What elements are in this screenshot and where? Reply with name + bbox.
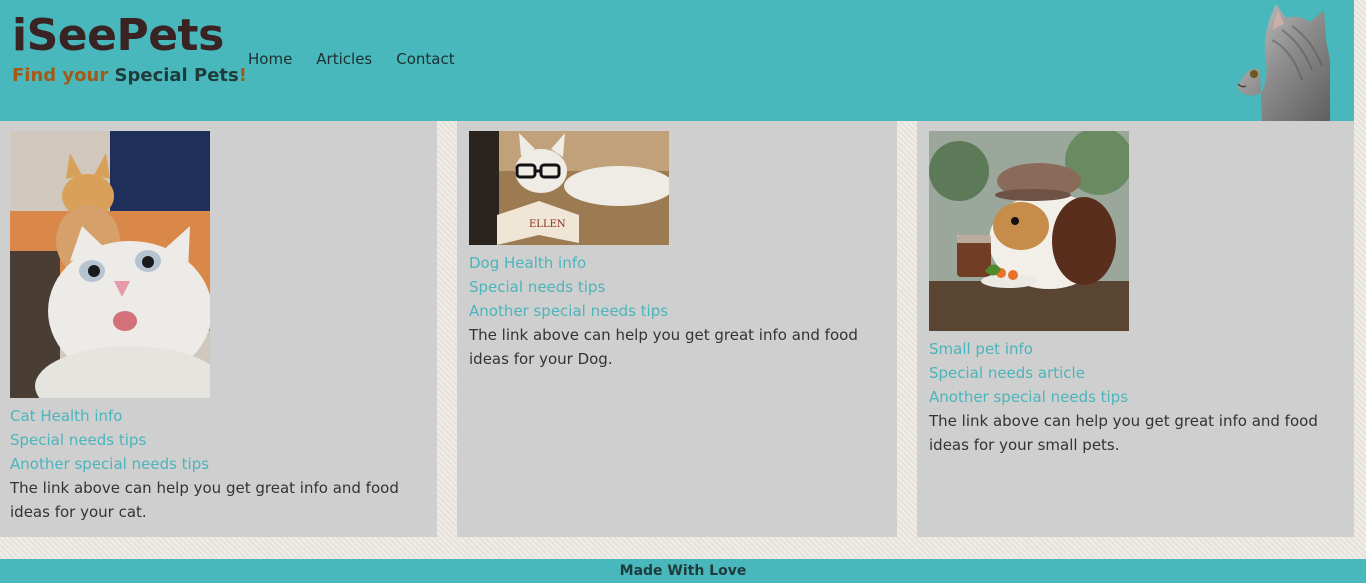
- card-description: The link above can help you get great in…: [469, 326, 858, 368]
- svg-text:ELLEN: ELLEN: [529, 219, 566, 230]
- site-tagline: Find your Special Pets!: [12, 64, 247, 88]
- link-small-pet[interactable]: Small pet info: [929, 337, 1344, 361]
- pet-card-dog: ELLEN Dog Health info Special needs tips…: [457, 121, 897, 537]
- card-description: The link above can help you get great in…: [929, 412, 1318, 454]
- tagline-part-3: !: [238, 65, 247, 86]
- nav-articles[interactable]: Articles: [316, 50, 372, 68]
- pet-card-cat: Cat Health info Special needs tips Anoth…: [0, 121, 437, 537]
- link-special-needs[interactable]: Special needs tips: [469, 275, 887, 299]
- card-description: The link above can help you get great in…: [10, 479, 399, 521]
- link-cat-health[interactable]: Cat Health info: [10, 404, 427, 428]
- link-special-needs-article[interactable]: Special needs article: [929, 361, 1344, 385]
- link-special-needs[interactable]: Special needs tips: [10, 428, 427, 452]
- site-footer: Made With Love: [0, 559, 1366, 583]
- link-another-special[interactable]: Another special needs tips: [469, 299, 887, 323]
- brand: iSeePets Find your Special Pets!: [12, 10, 247, 88]
- link-dog-health[interactable]: Dog Health info: [469, 251, 887, 275]
- tagline-part-1: Find your: [12, 65, 109, 86]
- link-another-special[interactable]: Another special needs tips: [10, 452, 427, 476]
- site-title[interactable]: iSeePets: [12, 10, 247, 62]
- tagline-part-2: Special Pets: [114, 65, 239, 86]
- footer-text: Made With Love: [619, 563, 747, 579]
- link-list: Dog Health info Special needs tips Anoth…: [469, 251, 887, 323]
- nav-contact[interactable]: Contact: [396, 50, 454, 68]
- link-list: Cat Health info Special needs tips Anoth…: [10, 404, 427, 476]
- main-nav: Home Articles Contact: [248, 50, 455, 68]
- pet-card-small: Small pet info Special needs article Ano…: [917, 121, 1354, 537]
- cat-selfie-icon: [10, 131, 427, 398]
- link-another-special[interactable]: Another special needs tips: [929, 385, 1344, 409]
- cat-profile-icon: [1232, 0, 1330, 121]
- guinea-pig-hat-icon: [929, 131, 1344, 331]
- site-header: iSeePets Find your Special Pets! Home Ar…: [0, 0, 1354, 121]
- content-area: Cat Health info Special needs tips Anoth…: [0, 121, 1366, 537]
- link-list: Small pet info Special needs article Ano…: [929, 337, 1344, 409]
- dog-reading-icon: ELLEN: [469, 131, 887, 245]
- nav-home[interactable]: Home: [248, 50, 292, 68]
